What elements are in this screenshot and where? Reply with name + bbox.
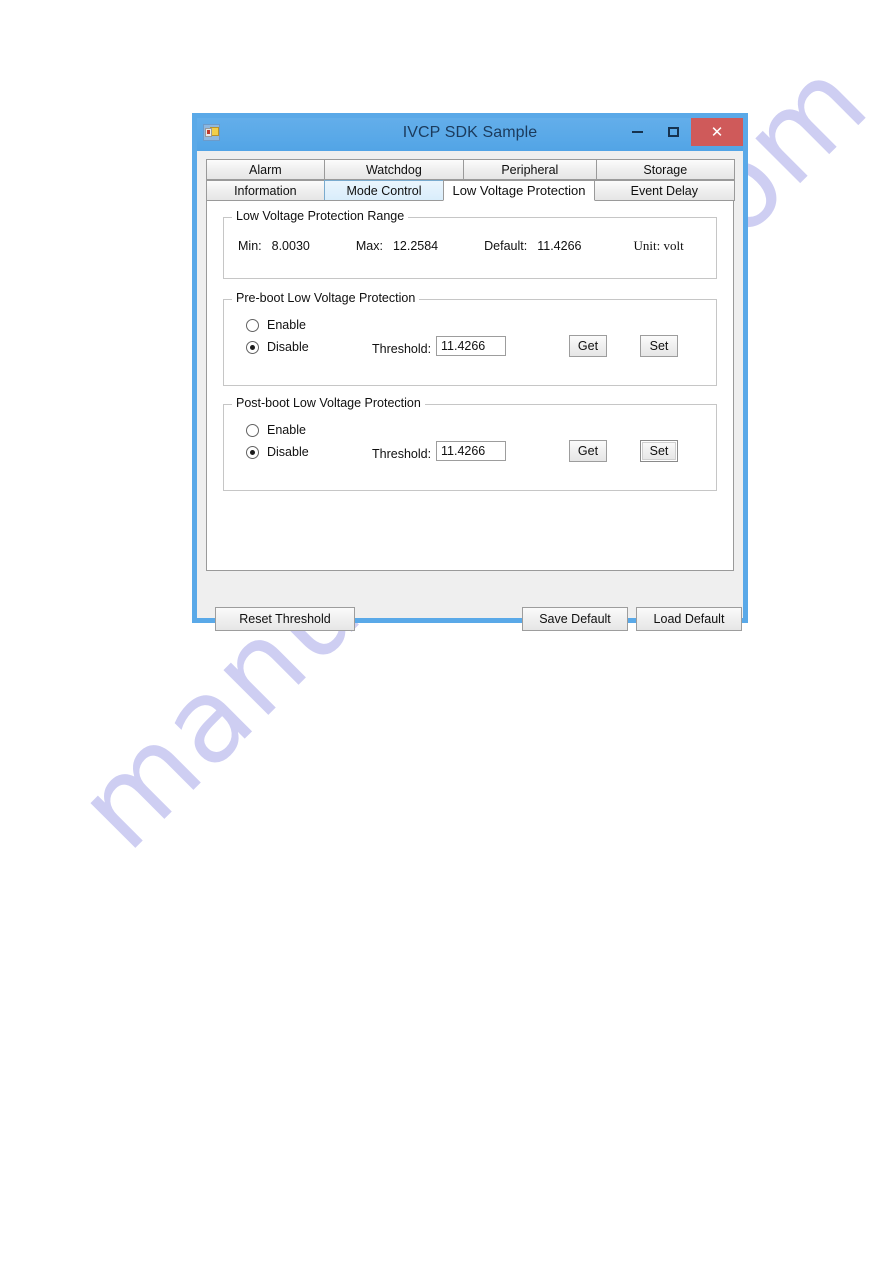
reset-threshold-button[interactable]: Reset Threshold xyxy=(215,607,355,631)
tab-information[interactable]: Information xyxy=(206,180,325,201)
radio-button-unchecked-icon xyxy=(246,423,259,437)
tab-mode-control[interactable]: Mode Control xyxy=(323,180,445,201)
range-min-label: Min: xyxy=(238,239,262,253)
range-unit-label: Unit: volt xyxy=(633,238,684,253)
minimize-icon[interactable] xyxy=(619,118,655,146)
close-icon[interactable]: ✕ xyxy=(691,118,743,146)
postboot-threshold-input[interactable] xyxy=(436,441,506,461)
preboot-threshold-input[interactable] xyxy=(436,336,506,356)
tab-row-top: Alarm Watchdog Peripheral Storage xyxy=(206,159,736,180)
title-bar: IVCP SDK Sample ✕ xyxy=(197,118,743,151)
window-controls: ✕ xyxy=(619,118,743,146)
preboot-disable-label: Disable xyxy=(267,340,309,354)
group-preboot-low-voltage-protection: Pre-boot Low Voltage Protection Enable D… xyxy=(223,291,717,386)
tab-event-delay[interactable]: Event Delay xyxy=(593,180,736,201)
tab-peripheral[interactable]: Peripheral xyxy=(463,159,597,180)
group-low-voltage-protection-range: Low Voltage Protection Range Min: 8.0030… xyxy=(223,209,717,279)
range-max-value: 12.2584 xyxy=(392,239,439,253)
range-default-value: 11.4266 xyxy=(537,239,582,253)
tab-row-bottom: Information Mode Control Low Voltage Pro… xyxy=(206,180,736,201)
load-default-button[interactable]: Load Default xyxy=(636,607,742,631)
range-default-label: Default: xyxy=(484,239,528,253)
tab-control: Alarm Watchdog Peripheral Storage Inform… xyxy=(206,159,736,571)
group-range-title: Low Voltage Protection Range xyxy=(232,209,409,223)
radio-button-unchecked-icon xyxy=(246,318,259,332)
postboot-enable-label: Enable xyxy=(267,423,306,437)
range-values-row: Min: 8.0030 Max: 12.2584 Default: 11.426… xyxy=(224,218,716,254)
postboot-disable-label: Disable xyxy=(267,445,309,459)
maximize-icon[interactable] xyxy=(655,118,691,146)
preboot-get-button[interactable]: Get xyxy=(569,335,607,357)
preboot-threshold-label: Threshold: xyxy=(372,342,432,356)
save-default-button[interactable]: Save Default xyxy=(522,607,628,631)
radio-button-checked-icon xyxy=(246,340,259,354)
postboot-threshold-label: Threshold: xyxy=(372,447,432,461)
radio-button-checked-icon xyxy=(246,445,259,459)
group-postboot-low-voltage-protection: Post-boot Low Voltage Protection Enable … xyxy=(223,396,717,491)
preboot-radio-disable[interactable]: Disable xyxy=(246,340,309,354)
tab-low-voltage-protection[interactable]: Low Voltage Protection xyxy=(443,180,595,201)
tab-alarm[interactable]: Alarm xyxy=(206,159,325,180)
postboot-radio-disable[interactable]: Disable xyxy=(246,445,309,459)
application-window: IVCP SDK Sample ✕ Alarm Watchdog Periphe… xyxy=(192,113,748,631)
range-max-label: Max: xyxy=(355,239,383,253)
tab-storage[interactable]: Storage xyxy=(595,159,736,180)
preboot-enable-label: Enable xyxy=(267,318,306,332)
tab-watchdog[interactable]: Watchdog xyxy=(323,159,465,180)
application-icon xyxy=(203,124,220,141)
client-area: Alarm Watchdog Peripheral Storage Inform… xyxy=(197,151,743,631)
postboot-get-button[interactable]: Get xyxy=(569,440,607,462)
range-min-value: 8.0030 xyxy=(271,239,310,253)
postboot-set-button[interactable]: Set xyxy=(640,440,678,462)
bottom-button-bar: Reset Threshold Save Default Load Defaul… xyxy=(206,607,742,633)
postboot-radio-enable[interactable]: Enable xyxy=(246,423,306,437)
preboot-set-button[interactable]: Set xyxy=(640,335,678,357)
tab-panel-low-voltage-protection: Low Voltage Protection Range Min: 8.0030… xyxy=(206,200,734,571)
preboot-radio-enable[interactable]: Enable xyxy=(246,318,306,332)
